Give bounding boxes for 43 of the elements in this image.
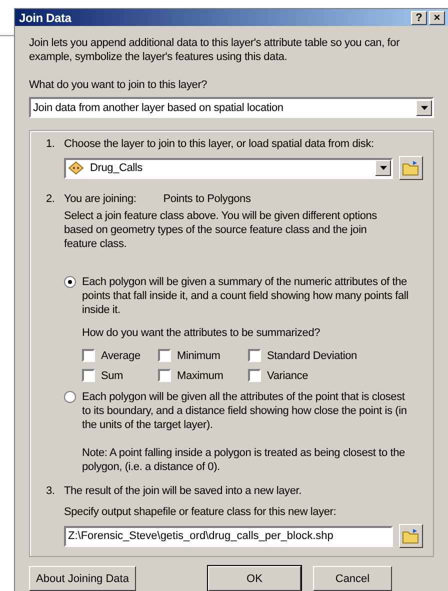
checkbox[interactable] [82, 369, 95, 382]
folder-icon [402, 528, 420, 544]
open-folder-button[interactable] [399, 524, 423, 548]
output-label: Specify output shapefile or feature class for this new layer: [64, 505, 338, 519]
checkbox-label: Minimum [177, 350, 220, 362]
checkbox[interactable] [248, 349, 261, 362]
step-label: You are joining: [64, 192, 136, 206]
layer-dropdown[interactable]: Drug_Calls [64, 158, 393, 178]
checkbox-label: Average [101, 350, 140, 362]
step-number: 2. [46, 192, 56, 206]
radio-button[interactable] [64, 391, 76, 403]
folder-icon [402, 160, 420, 176]
join-type-dropdown[interactable]: Join data from another layer based on spatial location [29, 97, 434, 118]
checkbox[interactable] [82, 349, 95, 362]
output-path-field[interactable]: Z:\Forensic_Steve\getis_ord\drug_calls_per_block.shp [64, 526, 393, 546]
step-description: Select a join feature class above. You will be given different options based on geometry types of the source feature class and the join feature class. [64, 209, 378, 251]
option-text: Each polygon will be given all the attributes of the point that is closest to its boundary, and a distance field showing how close the point is (in the units of the target layer). [82, 390, 408, 432]
checkbox-label: Sum [101, 370, 124, 382]
summary-question: How do you want the attributes to be summarized? [82, 326, 322, 340]
checkbox-label: Maximum [177, 370, 224, 382]
checkbox[interactable] [248, 369, 261, 382]
point-layer-icon [68, 161, 84, 175]
help-button[interactable]: ? [411, 10, 427, 24]
help-button[interactable]: About Joining Data [29, 566, 136, 591]
radio-button[interactable] [64, 276, 76, 288]
checkbox[interactable] [158, 349, 171, 362]
checkbox-label: Standard Deviation [267, 350, 357, 362]
option-text: Each polygon will be given a summary of the numeric attributes of the points that fall inside it, and a count field showing how many points fall inside it. [82, 275, 410, 317]
close-button[interactable]: × [429, 10, 445, 24]
checkbox[interactable] [158, 369, 171, 382]
join-type-label: What do you want to join to this layer? [29, 78, 208, 92]
step-label: Choose the layer to join to this layer, or load spatial data from disk: [64, 137, 374, 151]
cancel-button[interactable]: Cancel [313, 566, 392, 591]
ok-button[interactable]: OK [208, 566, 301, 591]
step-label: The result of the join will be saved into a new layer. [64, 484, 302, 498]
window-title: Join Data [19, 10, 72, 24]
checkbox-label: Variance [267, 370, 308, 382]
note-text: Note: A point falling inside a polygon is treated as being closest to the polygon, (i.e. a distance of 0). [82, 446, 406, 474]
intro-text: Join lets you append additional data to this layer's attribute table so you can, for example, symbolize the layer's features using this data. [29, 36, 401, 64]
step-number: 1. [46, 137, 56, 151]
step-number: 3. [46, 484, 56, 498]
joining-type-text: Points to Polygons [163, 192, 251, 206]
open-folder-button[interactable] [399, 156, 423, 180]
